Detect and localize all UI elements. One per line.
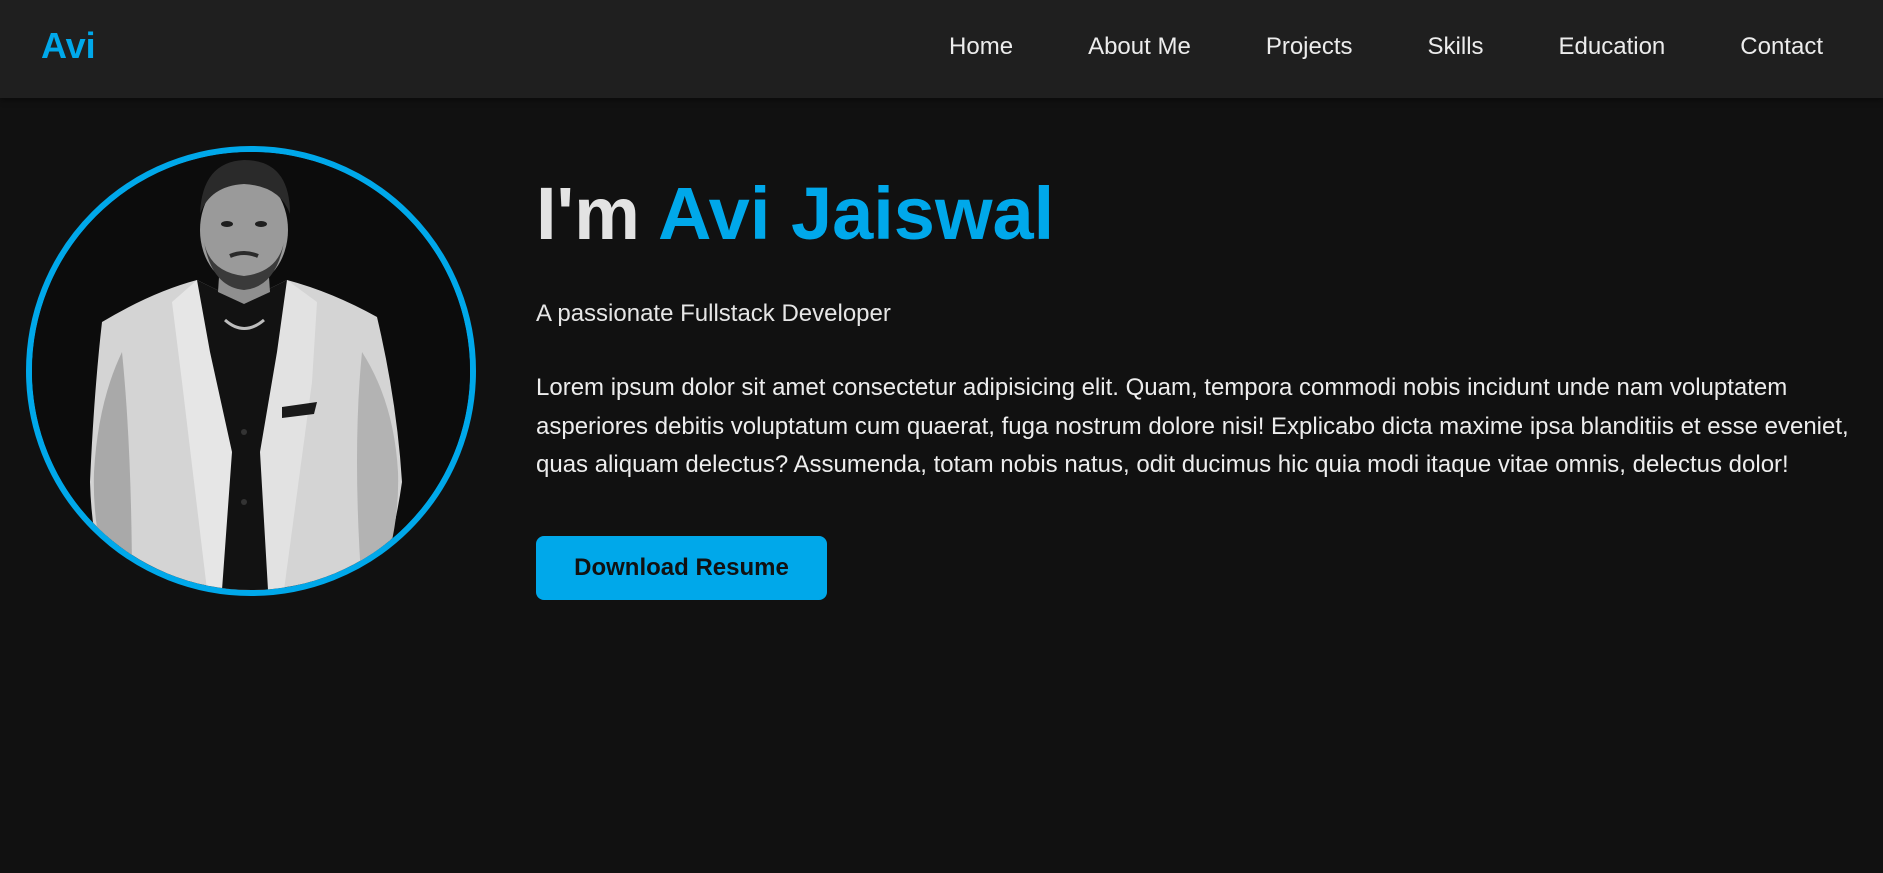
profile-photo: [26, 146, 476, 596]
navbar: Avi Home About Me Projects Skills Educat…: [0, 0, 1883, 98]
nav-link-about-me[interactable]: About Me: [1088, 33, 1191, 61]
nav-link-projects[interactable]: Projects: [1266, 33, 1353, 61]
hero-title-prefix: I'm: [536, 172, 640, 255]
hero-subtitle: A passionate Fullstack Developer: [536, 300, 891, 327]
nav-link-education[interactable]: Education: [1559, 33, 1666, 61]
nav-links: Home About Me Projects Skills Education …: [949, 0, 1823, 94]
download-resume-button[interactable]: Download Resume: [536, 536, 827, 600]
nav-link-skills[interactable]: Skills: [1428, 33, 1484, 61]
hero-text: I'm Avi Jaiswal A passionate Fullstack De…: [536, 166, 1856, 478]
hero-title-name: Avi Jaiswal: [657, 172, 1055, 255]
nav-link-contact[interactable]: Contact: [1740, 33, 1823, 61]
portrait-illustration: [32, 152, 470, 590]
site-logo[interactable]: Avi: [41, 24, 96, 68]
hero-title: I'm Avi Jaiswal: [536, 166, 1856, 262]
hero-description: Lorem ipsum dolor sit amet consectetur a…: [536, 374, 1849, 478]
nav-link-home[interactable]: Home: [949, 33, 1013, 61]
